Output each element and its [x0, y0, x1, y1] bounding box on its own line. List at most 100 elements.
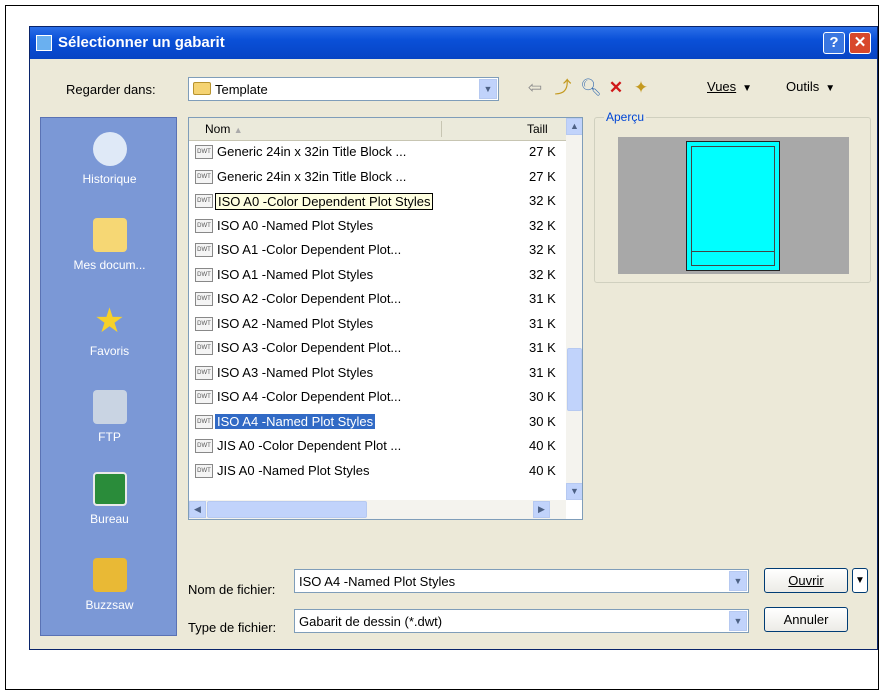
file-row[interactable]: DWT Generic 24in x 32in Title Block ... 27… [193, 142, 565, 162]
file-row[interactable]: DWT ISO A4 -Color Dependent Plot... 30 K [193, 387, 565, 407]
file-row[interactable]: DWT ISO A3 -Color Dependent Plot... 31 K [193, 338, 565, 358]
file-name: ISO A0 -Color Dependent Plot Styles [215, 193, 434, 210]
dwt-file-icon: DWT [195, 365, 213, 380]
preview-image [618, 137, 849, 274]
views-menu[interactable]: Vues ▼ [707, 79, 752, 94]
filename-combo[interactable]: ISO A4 -Named Plot Styles ▼ [294, 569, 749, 593]
preview-label: Aperçu [604, 110, 647, 124]
column-header-name[interactable]: Nom ▲ [205, 122, 243, 136]
file-row[interactable]: DWT ISO A0 -Named Plot Styles 32 K [193, 216, 565, 236]
place-buzzsaw[interactable]: Buzzsaw [41, 558, 178, 612]
dwt-file-icon: DWT [195, 145, 213, 159]
dwt-file-icon: DWT [195, 169, 213, 184]
file-row[interactable]: DWT JIS A0 -Color Dependent Plot ... 40 K [193, 436, 565, 456]
place-history[interactable]: Historique [41, 132, 178, 186]
file-size: 31 K [529, 291, 556, 306]
column-header-size[interactable]: Taill [527, 122, 548, 136]
views-label: Vues [707, 79, 737, 94]
file-row[interactable]: DWT ISO A2 -Named Plot Styles 31 K [193, 314, 565, 334]
file-row[interactable]: DWT ISO A0 -Color Dependent Plot Styles 32… [193, 191, 565, 211]
search-web-icon[interactable]: 🔍︎ [580, 77, 602, 99]
select-template-dialog: Sélectionner un gabarit ? ✕ Regarder dan… [29, 26, 878, 650]
help-button[interactable]: ? [823, 32, 845, 54]
folder-up-icon[interactable]: ⤴ [552, 77, 574, 99]
filename-label: Nom de fichier: [188, 582, 276, 597]
dwt-file-icon: DWT [195, 414, 213, 429]
chevron-down-icon: ▼ [742, 83, 753, 94]
file-list[interactable]: Nom ▲ Taill DWT Generic 24in x 32in Title… [188, 117, 583, 520]
file-row[interactable]: DWT JIS A0 -Named Plot Styles 40 K [193, 461, 565, 481]
vertical-scrollbar[interactable]: ▲ ▼ [566, 118, 582, 500]
back-arrow-icon[interactable]: ⇦ [524, 77, 546, 99]
tools-menu[interactable]: Outils ▼ [786, 79, 835, 94]
file-size: 32 K [529, 266, 556, 282]
dwt-file-icon: DWT [195, 267, 213, 282]
file-name: ISO A1 -Color Dependent Plot... [217, 242, 402, 257]
file-size: 40 K [529, 462, 556, 478]
scroll-up-icon[interactable]: ▲ [566, 118, 582, 135]
place-favorites[interactable]: ★ Favoris [41, 304, 178, 358]
dwt-file-icon: DWT [195, 390, 213, 404]
open-label: Ouvrir [788, 573, 824, 588]
new-folder-icon[interactable]: ✦ [630, 77, 652, 99]
file-name: ISO A4 -Color Dependent Plot... [217, 389, 402, 404]
filetype-label: Type de fichier: [188, 620, 277, 635]
place-desktop[interactable]: Bureau [41, 472, 178, 526]
file-row[interactable]: DWT ISO A1 -Color Dependent Plot... 32 K [193, 240, 565, 260]
look-in-value: Template [215, 82, 268, 97]
scroll-thumb[interactable] [567, 348, 582, 411]
file-name: ISO A3 -Named Plot Styles [217, 364, 374, 380]
dwt-file-icon: DWT [195, 292, 213, 306]
chevron-down-icon[interactable]: ▼ [729, 611, 747, 631]
dwt-file-icon: DWT [195, 316, 213, 331]
file-size: 31 K [529, 364, 556, 380]
file-row[interactable]: DWT ISO A4 -Named Plot Styles 30 K [193, 412, 565, 432]
place-ftp[interactable]: FTP [41, 390, 178, 444]
scroll-thumb[interactable] [207, 501, 367, 518]
place-label: Mes docum... [73, 258, 146, 272]
chevron-down-icon[interactable]: ▼ [729, 571, 747, 591]
look-in-label: Regarder dans: [66, 82, 156, 97]
file-row[interactable]: DWT ISO A2 -Color Dependent Plot... 31 K [193, 289, 565, 309]
open-button[interactable]: Ouvrir [764, 568, 848, 593]
place-label: Bureau [90, 512, 129, 526]
scroll-down-icon[interactable]: ▼ [566, 483, 582, 500]
file-size: 27 K [529, 168, 556, 184]
file-name: ISO A3 -Color Dependent Plot... [217, 340, 402, 355]
dwt-file-icon: DWT [195, 218, 213, 233]
file-row[interactable]: DWT ISO A1 -Named Plot Styles 32 K [193, 265, 565, 285]
file-name: ISO A2 -Color Dependent Plot... [217, 291, 402, 306]
ftp-icon [92, 390, 127, 424]
open-options-button[interactable]: ▼ [852, 568, 868, 593]
file-name: Generic 24in x 32in Title Block ... [217, 168, 407, 184]
preview-border [691, 146, 775, 266]
file-name: ISO A1 -Named Plot Styles [217, 266, 374, 282]
place-label: Buzzsaw [85, 598, 134, 612]
file-name: ISO A4 -Named Plot Styles [215, 413, 376, 429]
horizontal-scrollbar[interactable]: ◀ ▶ [189, 500, 566, 519]
file-row[interactable]: DWT ISO A3 -Named Plot Styles 31 K [193, 363, 565, 383]
delete-icon[interactable]: ✕ [605, 77, 627, 99]
app-icon [36, 35, 52, 51]
favorites-star-icon: ★ [94, 302, 125, 340]
place-my-documents[interactable]: Mes docum... [41, 218, 178, 272]
filetype-combo[interactable]: Gabarit de dessin (*.dwt) ▼ [294, 609, 749, 633]
place-label: Historique [82, 172, 137, 186]
scroll-right-icon[interactable]: ▶ [533, 501, 550, 518]
scroll-left-icon[interactable]: ◀ [189, 501, 206, 518]
buzzsaw-icon [92, 558, 127, 592]
dwt-file-icon: DWT [195, 194, 213, 208]
file-name: ISO A2 -Named Plot Styles [217, 315, 374, 331]
dwt-file-icon: DWT [195, 463, 213, 478]
sort-ascending-icon: ▲ [233, 125, 243, 135]
file-row[interactable]: DWT Generic 24in x 32in Title Block ... 27… [193, 167, 565, 187]
look-in-combo[interactable]: Template ▼ [188, 77, 499, 101]
close-button[interactable]: ✕ [849, 32, 871, 54]
file-size: 32 K [529, 193, 556, 208]
cancel-button[interactable]: Annuler [764, 607, 848, 632]
column-separator[interactable] [441, 121, 442, 137]
places-bar: Historique Mes docum... ★ Favoris FTP Bu… [40, 117, 177, 636]
chevron-down-icon[interactable]: ▼ [479, 79, 497, 99]
file-name: Generic 24in x 32in Title Block ... [217, 144, 407, 159]
file-size: 27 K [529, 144, 556, 159]
